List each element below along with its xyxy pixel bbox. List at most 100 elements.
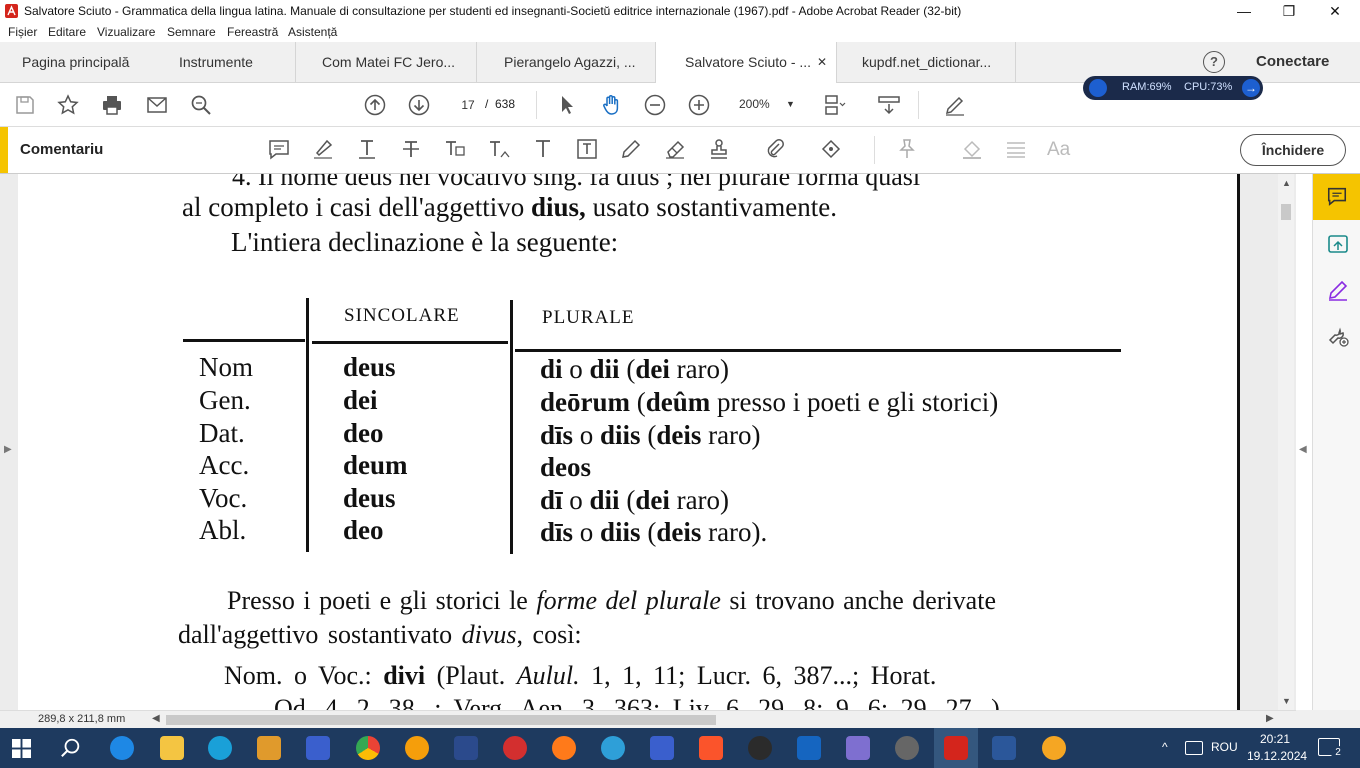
scroll-mode-icon[interactable] xyxy=(877,93,901,117)
tab-home[interactable]: Pagina principală xyxy=(22,42,129,82)
text-run: o xyxy=(573,420,601,450)
media-player-icon[interactable] xyxy=(257,736,281,760)
attach-icon[interactable] xyxy=(763,137,787,161)
search-icon[interactable] xyxy=(60,737,82,759)
text-run-bold: deis xyxy=(656,517,702,547)
minimize-button[interactable]: — xyxy=(1221,0,1267,22)
highlight-icon[interactable] xyxy=(311,137,335,161)
sign-pen-icon[interactable] xyxy=(943,93,967,117)
system-monitor-widget[interactable]: RAM:69% CPU:73% → xyxy=(1083,76,1263,100)
firefox-icon[interactable] xyxy=(552,736,576,760)
bookmark-star-icon[interactable] xyxy=(56,93,80,117)
tab-tools[interactable]: Instrumente xyxy=(179,42,253,82)
menu-view[interactable]: Vizualizare xyxy=(97,25,155,39)
save-app-icon[interactable] xyxy=(306,736,330,760)
insert-text-icon[interactable] xyxy=(487,137,511,161)
line-width-icon[interactable] xyxy=(1004,137,1028,161)
close-button[interactable]: ✕ xyxy=(1312,0,1358,22)
edge-icon[interactable] xyxy=(208,736,232,760)
zoom-in-icon[interactable] xyxy=(687,93,711,117)
select-cursor-icon[interactable] xyxy=(555,93,579,117)
add-text-icon[interactable] xyxy=(531,137,555,161)
text-box-icon[interactable] xyxy=(575,137,599,161)
brave-icon[interactable] xyxy=(699,736,723,760)
replace-text-icon[interactable] xyxy=(443,137,467,161)
scrollbar-thumb[interactable] xyxy=(1281,204,1291,220)
menu-help[interactable]: Asistență xyxy=(288,25,337,39)
comment-tool-active[interactable] xyxy=(1313,174,1360,220)
print-icon[interactable] xyxy=(100,93,124,117)
save-icon[interactable] xyxy=(13,93,37,117)
opera-icon[interactable] xyxy=(503,736,527,760)
windows-start-icon[interactable] xyxy=(12,739,31,758)
photos-app-icon[interactable] xyxy=(1042,736,1066,760)
menu-sign[interactable]: Semnare xyxy=(167,25,216,39)
underline-text-icon[interactable] xyxy=(355,137,379,161)
battery-icon[interactable] xyxy=(1185,741,1203,755)
hex-app-icon[interactable] xyxy=(797,736,821,760)
archive-app-icon[interactable] xyxy=(846,736,870,760)
clock-time[interactable]: 20:21 xyxy=(1260,732,1290,746)
language-indicator[interactable]: ROU xyxy=(1211,740,1238,754)
close-comment-button[interactable]: Închidere xyxy=(1240,134,1346,166)
signin-button[interactable]: Conectare xyxy=(1256,42,1329,82)
scroll-left-icon[interactable]: ◀ xyxy=(152,713,160,724)
partial-bottom-line: Od. 4, 2, 38...; Verg. Aen. 3, 363; Liv.… xyxy=(274,694,1000,710)
vertical-scrollbar[interactable]: ▲ ▼ xyxy=(1278,174,1294,710)
bitwarden-icon[interactable] xyxy=(895,736,919,760)
shapes-icon[interactable] xyxy=(819,137,843,161)
word-icon[interactable] xyxy=(992,736,1016,760)
tab-document-4[interactable]: kupdf.net_dictionar... xyxy=(862,42,991,82)
page-number-input[interactable]: 17 xyxy=(452,93,484,117)
acrobat-taskbar-icon[interactable] xyxy=(944,736,968,760)
menu-window[interactable]: Fereastră xyxy=(227,25,278,39)
right-panel-toggle-icon[interactable]: ◀ xyxy=(1299,444,1307,455)
strikethrough-icon[interactable] xyxy=(399,137,423,161)
clock-date[interactable]: 19.12.2024 xyxy=(1247,749,1307,763)
eraser-icon[interactable] xyxy=(663,137,687,161)
help-icon[interactable]: ? xyxy=(1203,51,1225,73)
circle-app-icon[interactable] xyxy=(748,736,772,760)
document-viewport[interactable]: 4. Il nome deus nel vocativo sing. fa dĭ… xyxy=(0,174,1296,710)
fill-sign-icon[interactable] xyxy=(1326,278,1350,302)
next-page-icon[interactable] xyxy=(407,93,431,117)
text-run-bold: dii xyxy=(589,485,620,515)
tab-document-1[interactable]: Com Matei FC Jero... xyxy=(322,42,455,82)
floppy-app-icon[interactable] xyxy=(650,736,674,760)
fill-color-icon[interactable] xyxy=(960,137,984,161)
email-icon[interactable] xyxy=(145,93,169,117)
chevron-up-icon[interactable]: ^ xyxy=(1162,740,1168,754)
orange-app-icon[interactable] xyxy=(405,736,429,760)
text-run-bold: dii xyxy=(589,354,620,384)
previous-page-icon[interactable] xyxy=(363,93,387,117)
singular-form: deus xyxy=(343,352,396,382)
internet-explorer-icon[interactable] xyxy=(110,736,134,760)
file-explorer-icon[interactable] xyxy=(160,736,184,760)
scroll-down-icon[interactable]: ▼ xyxy=(1282,696,1291,706)
pin-icon[interactable] xyxy=(895,137,919,161)
sticky-note-icon[interactable] xyxy=(267,137,291,161)
scroll-up-icon[interactable]: ▲ xyxy=(1282,178,1291,188)
dictionary-app-icon[interactable] xyxy=(454,736,478,760)
menu-file[interactable]: Fișier xyxy=(8,25,37,39)
tab-document-active[interactable]: Salvatore Sciuto - ... ✕ xyxy=(655,42,837,83)
horizontal-scrollbar-thumb[interactable] xyxy=(166,715,716,725)
page-display-icon[interactable] xyxy=(822,93,846,117)
maximize-button[interactable]: ❐ xyxy=(1266,0,1312,22)
hand-tool-icon[interactable] xyxy=(599,93,623,117)
menu-edit[interactable]: Editare xyxy=(48,25,86,39)
pencil-icon[interactable] xyxy=(619,137,643,161)
export-pdf-icon[interactable] xyxy=(1326,232,1350,256)
find-icon[interactable] xyxy=(189,93,213,117)
stamp-icon[interactable] xyxy=(707,137,731,161)
tab-document-2[interactable]: Pierangelo Agazzi, ... xyxy=(504,42,636,82)
zoom-out-icon[interactable] xyxy=(643,93,667,117)
zoom-select[interactable]: 200% ▼ xyxy=(730,93,800,115)
chrome-icon[interactable] xyxy=(356,736,380,760)
left-panel-toggle-icon[interactable]: ▶ xyxy=(4,444,12,455)
font-size-icon[interactable]: Aa xyxy=(1047,139,1070,161)
globe-app-icon[interactable] xyxy=(601,736,625,760)
close-tab-icon[interactable]: ✕ xyxy=(817,42,827,82)
more-tools-icon[interactable] xyxy=(1326,324,1350,348)
scroll-right-icon[interactable]: ▶ xyxy=(1266,713,1274,724)
